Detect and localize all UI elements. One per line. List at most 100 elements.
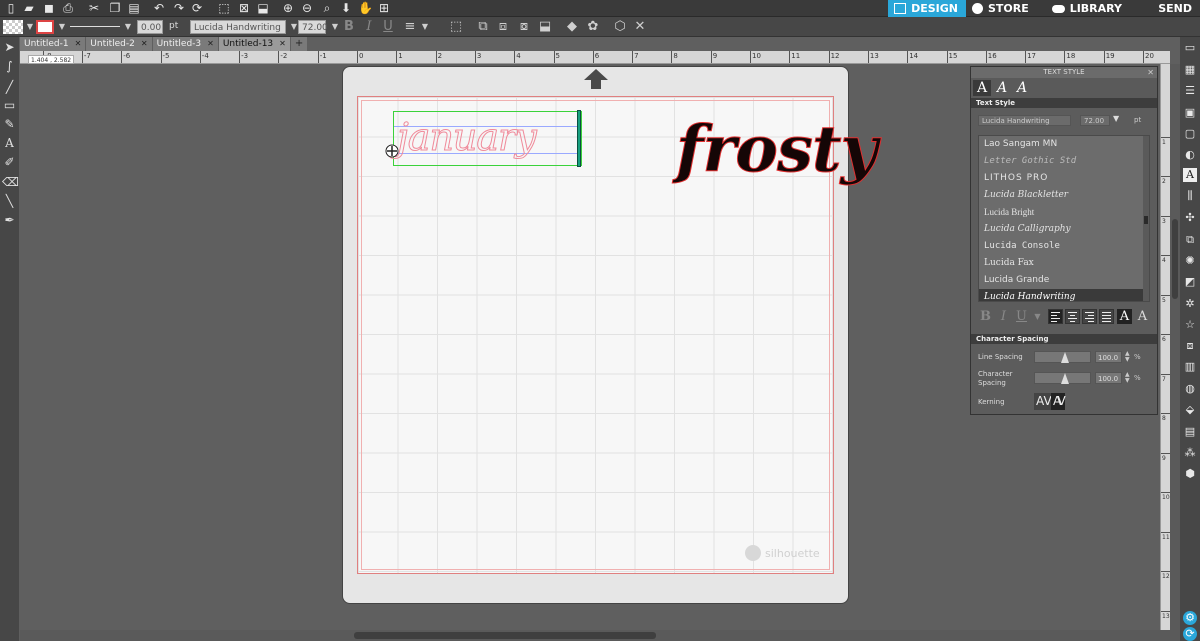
- star-icon[interactable]: ☆: [1183, 318, 1197, 332]
- font-list-item[interactable]: Lucida Fax: [979, 255, 1149, 272]
- line-color-dropdown-icon[interactable]: ▼: [54, 20, 70, 34]
- print-cut-icon[interactable]: ⬙: [1183, 403, 1197, 417]
- close-x-icon[interactable]: ✕: [632, 20, 648, 34]
- font-list-item[interactable]: Lucida Console: [979, 238, 1149, 255]
- sync-icon[interactable]: ⟳: [1183, 627, 1197, 641]
- bold-icon[interactable]: B: [341, 20, 357, 34]
- underline-dropdown-icon[interactable]: ▼: [1030, 308, 1045, 325]
- line-spacing-input[interactable]: 100.0: [1095, 351, 1122, 363]
- fill-tool-icon[interactable]: ✐: [2, 155, 17, 170]
- align-left-icon[interactable]: [1048, 309, 1063, 324]
- sketch-icon[interactable]: ▤: [1183, 425, 1197, 439]
- edit-points-icon[interactable]: ∫: [2, 59, 17, 74]
- text-warp-tab-icon[interactable]: A: [993, 80, 1011, 96]
- tab-store[interactable]: STORE: [966, 0, 1046, 17]
- zoom-in-icon[interactable]: ⊕: [281, 1, 295, 15]
- refresh-icon[interactable]: ⟳: [190, 1, 204, 15]
- char-spacing-stepper-icon[interactable]: ▲ ▼: [1125, 372, 1130, 384]
- select-by-color-icon[interactable]: ⬓: [256, 1, 270, 15]
- line-width-input[interactable]: 0.00: [137, 20, 163, 34]
- globe-icon[interactable]: ◍: [1183, 382, 1197, 396]
- pan-hand-icon[interactable]: ✋: [358, 1, 373, 15]
- line-style-dropdown-icon[interactable]: ▼: [120, 20, 136, 34]
- font-size-input[interactable]: 72.00: [298, 20, 328, 34]
- line-color-swatch[interactable]: [36, 20, 54, 34]
- text-object-frosty[interactable]: frosty: [676, 110, 879, 190]
- font-list-item[interactable]: Lucida Calligraphy: [979, 221, 1149, 238]
- grid-icon[interactable]: ▦: [1183, 63, 1197, 77]
- font-list-item[interactable]: Letter Gothic Std: [979, 153, 1149, 170]
- vertical-scrollbar[interactable]: [1170, 64, 1180, 641]
- offset-icon[interactable]: ◩: [1183, 275, 1197, 289]
- align-dropdown-icon[interactable]: ▼: [417, 20, 433, 34]
- trace-icon[interactable]: ✲: [1183, 297, 1197, 311]
- char-spacing-slider[interactable]: [1034, 372, 1091, 384]
- print-icon[interactable]: ⎙: [61, 1, 75, 15]
- panel-font-size-input[interactable]: 72.00: [1080, 115, 1110, 126]
- font-list-item[interactable]: Lucida Grande: [979, 272, 1149, 289]
- line-style-preview[interactable]: [70, 26, 120, 27]
- star-badge-icon[interactable]: ✿: [585, 20, 601, 34]
- eyedropper-icon[interactable]: ✒: [2, 213, 17, 228]
- intersect-icon[interactable]: ⧇: [516, 20, 532, 34]
- nest-icon[interactable]: ⬢: [1183, 467, 1197, 481]
- close-tab-icon[interactable]: ✕: [207, 37, 214, 51]
- align-justify-icon[interactable]: [1099, 309, 1114, 324]
- close-panel-icon[interactable]: ✕: [1147, 67, 1154, 78]
- line-spacing-slider[interactable]: [1034, 351, 1091, 363]
- contrast-icon[interactable]: ◐: [1183, 148, 1197, 162]
- weld-icon[interactable]: ⧉: [475, 20, 491, 34]
- font-size-dropdown-icon[interactable]: ▼: [1113, 114, 1119, 123]
- 3d-box-icon[interactable]: ⬡: [612, 20, 628, 34]
- slider-knob[interactable]: [1061, 373, 1069, 384]
- group-icon[interactable]: ⬚: [448, 20, 464, 34]
- close-tab-icon[interactable]: ✕: [141, 37, 148, 51]
- text-direction-icon[interactable]: A: [1135, 309, 1150, 324]
- align-panel-icon[interactable]: ⫼: [1183, 189, 1197, 203]
- doc-tab[interactable]: Untitled-1 ✕: [20, 37, 86, 51]
- copy-icon[interactable]: ❐: [108, 1, 122, 15]
- select-arrow-icon[interactable]: ➤: [2, 40, 17, 55]
- modify-icon[interactable]: ✺: [1183, 254, 1197, 268]
- font-list-item[interactable]: Lithos Pro: [979, 170, 1149, 187]
- font-list-item[interactable]: Lucida Bright: [979, 204, 1149, 221]
- undo-icon[interactable]: ↶: [152, 1, 166, 15]
- tab-library[interactable]: LIBRARY: [1046, 0, 1130, 17]
- align-icon[interactable]: ≡: [402, 20, 418, 34]
- horizontal-scrollbar[interactable]: [20, 630, 1170, 641]
- font-list-item-selected[interactable]: Lucida Handwriting: [979, 289, 1149, 301]
- subtract-icon[interactable]: ⧈: [495, 20, 511, 34]
- align-right-icon[interactable]: [1082, 309, 1097, 324]
- fill-panel-icon[interactable]: ▣: [1183, 106, 1197, 120]
- kerning-on-button[interactable]: AV: [1051, 393, 1066, 410]
- move-down-icon[interactable]: ⬇: [339, 1, 353, 15]
- underline-icon[interactable]: U: [380, 20, 396, 34]
- crop-icon[interactable]: ⬓: [537, 20, 553, 34]
- zoom-out-icon[interactable]: ⊖: [300, 1, 314, 15]
- settings-gear-icon[interactable]: ⚙: [1183, 611, 1197, 625]
- select-all-icon[interactable]: ⬚: [217, 1, 231, 15]
- font-list-item[interactable]: Lucida Blackletter: [979, 187, 1149, 204]
- text-tool-icon[interactable]: A: [2, 136, 17, 151]
- rectangle-tool-icon[interactable]: ▭: [2, 98, 17, 113]
- slider-knob[interactable]: [1061, 352, 1069, 363]
- cut-icon[interactable]: ✂: [87, 1, 101, 15]
- scroll-thumb[interactable]: [1144, 216, 1148, 224]
- zoom-fit-icon[interactable]: ⌕: [320, 1, 334, 15]
- close-tab-icon[interactable]: ✕: [279, 37, 286, 51]
- italic-icon[interactable]: I: [361, 20, 377, 34]
- layers-icon[interactable]: ⧈: [1183, 339, 1197, 353]
- add-tab-button[interactable]: +: [290, 37, 308, 51]
- font-list-item[interactable]: Lao Sangam MN: [979, 136, 1149, 153]
- text-baseline-icon[interactable]: A: [1117, 309, 1132, 324]
- chart-icon[interactable]: ▥: [1183, 360, 1197, 374]
- text-style-icon[interactable]: A: [1183, 168, 1197, 182]
- deselect-icon[interactable]: ⊠: [237, 1, 251, 15]
- scroll-thumb[interactable]: [354, 632, 656, 639]
- save-icon[interactable]: ◼: [42, 1, 56, 15]
- shapes-icon[interactable]: ◆: [564, 20, 580, 34]
- add-page-icon[interactable]: ⊞: [377, 1, 391, 15]
- text-style-tab-icon[interactable]: A: [973, 80, 991, 96]
- line-panel-icon[interactable]: ▢: [1183, 127, 1197, 141]
- doc-tab[interactable]: Untitled-3 ✕: [152, 37, 218, 51]
